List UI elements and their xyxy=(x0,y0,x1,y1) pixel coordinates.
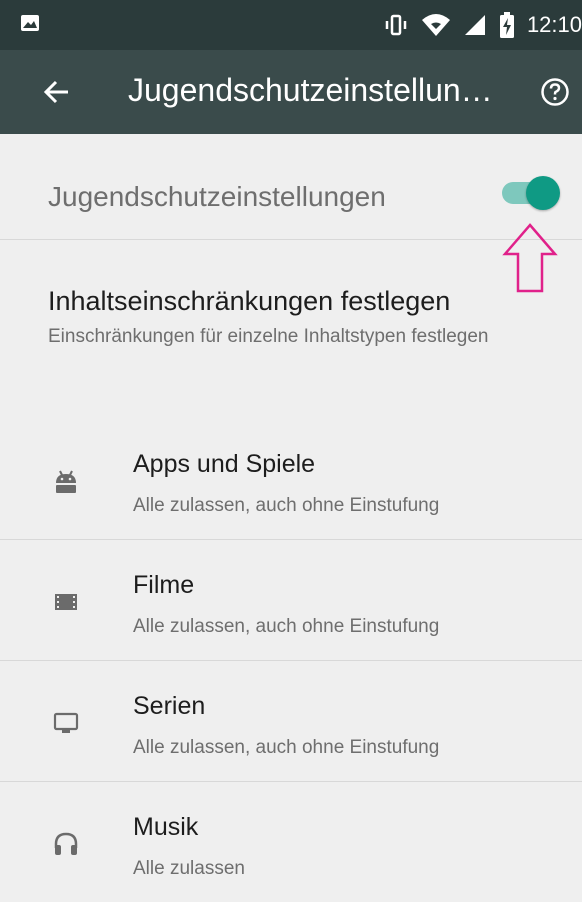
cellular-signal-icon xyxy=(464,15,485,35)
list-item-tv-series[interactable]: Serien Alle zulassen, auch ohne Einstufu… xyxy=(0,661,582,782)
list-item-apps-games[interactable]: Apps und Spiele Alle zulassen, auch ohne… xyxy=(0,419,582,540)
list-item-title: Serien xyxy=(133,692,206,720)
list-item-title: Apps und Spiele xyxy=(133,450,316,478)
image-notification-icon xyxy=(21,15,39,31)
list-item-title: Filme xyxy=(133,571,195,599)
film-icon xyxy=(55,594,77,610)
status-icons: 12:10 xyxy=(383,10,582,40)
content-restrictions-header: Inhaltseinschränkungen festlegen Einschr… xyxy=(48,286,568,349)
section-title: Inhaltseinschränkungen festlegen xyxy=(48,286,451,316)
tv-icon xyxy=(53,712,79,733)
headphones-icon xyxy=(54,832,78,855)
list-item-subtitle: Alle zulassen, auch ohne Einstufung xyxy=(133,737,440,758)
annotation-up-arrow-icon xyxy=(502,223,558,293)
android-icon xyxy=(56,470,76,493)
parental-controls-toggle-row[interactable]: Jugendschutzeinstellungen xyxy=(0,134,582,240)
help-icon[interactable] xyxy=(540,77,570,107)
list-item-subtitle: Alle zulassen xyxy=(133,858,245,879)
wifi-icon xyxy=(421,14,450,36)
list-item-music[interactable]: Musik Alle zulassen xyxy=(0,782,582,902)
parental-controls-switch[interactable] xyxy=(502,176,560,210)
list-item-subtitle: Alle zulassen, auch ohne Einstufung xyxy=(133,495,440,516)
page-title: Jugendschutzeinstellun… xyxy=(128,72,493,108)
vibrate-icon xyxy=(385,14,407,36)
status-bar: 12:10 xyxy=(0,0,582,50)
section-description: Einschränkungen für einzelne Inhaltstype… xyxy=(48,326,489,347)
clock-time: 12:10 xyxy=(526,12,582,37)
list-item-movies[interactable]: Filme Alle zulassen, auch ohne Einstufun… xyxy=(0,540,582,661)
switch-thumb xyxy=(526,176,560,210)
list-item-title: Musik xyxy=(133,813,199,841)
list-item-subtitle: Alle zulassen, auch ohne Einstufung xyxy=(133,616,440,637)
app-bar: Jugendschutzeinstellun… xyxy=(0,50,582,134)
back-arrow-icon[interactable] xyxy=(42,77,72,107)
parental-controls-label: Jugendschutzeinstellungen xyxy=(48,181,386,212)
battery-charging-icon xyxy=(499,12,514,38)
